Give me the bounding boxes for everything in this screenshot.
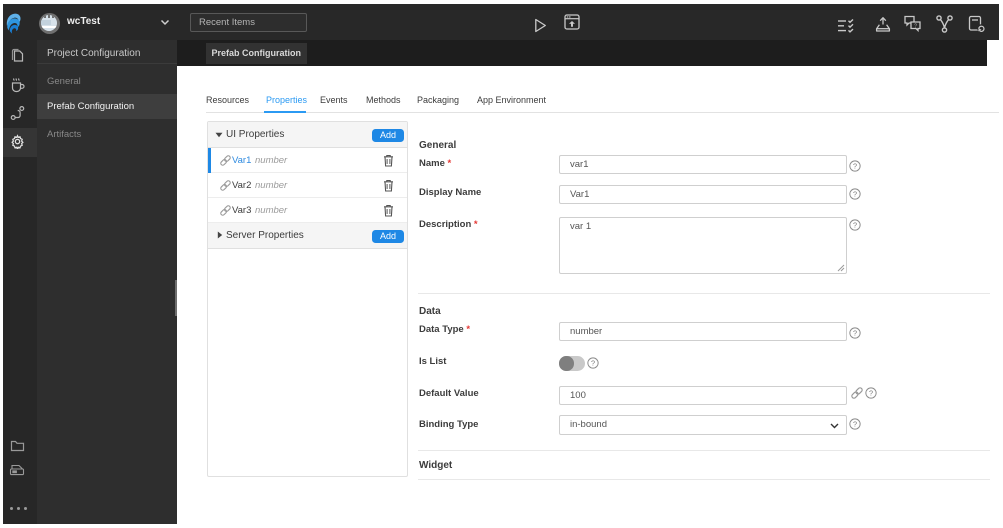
svg-text:?: ? [853, 420, 857, 429]
svg-text:?: ? [853, 221, 857, 230]
svg-text:?: ? [853, 162, 857, 171]
svg-text:?: ? [591, 359, 595, 368]
svg-text:?: ? [869, 389, 873, 398]
svg-text:?: ? [853, 190, 857, 199]
svg-text:?: ? [853, 329, 857, 338]
svg-text:?: ? [914, 23, 917, 29]
